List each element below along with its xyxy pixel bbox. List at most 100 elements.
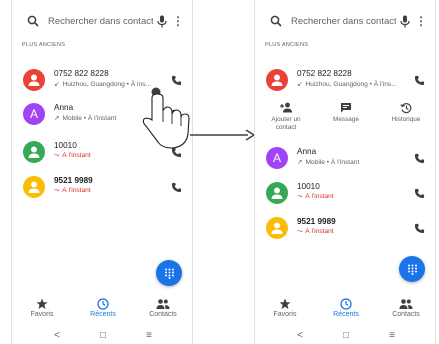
nav-label: Contacts — [392, 311, 420, 318]
caller-name: Anna — [297, 147, 317, 156]
history-icon — [400, 103, 412, 114]
call-actions: Ajouter un contact Message Historique — [255, 102, 435, 136]
microphone-icon[interactable] — [396, 12, 414, 30]
back-icon[interactable]: < — [293, 328, 307, 342]
bottom-navigation: Favoris Récents Contacts — [255, 298, 435, 324]
avatar: A — [23, 103, 45, 125]
recent-apps-icon[interactable]: ≡ — [142, 328, 156, 342]
missed-call-icon: ⤳ — [297, 228, 303, 235]
message-button[interactable]: Message — [321, 102, 371, 124]
caller-number: 0752 822 8228 — [54, 69, 109, 78]
section-header: PLUS ANCIENS — [265, 42, 309, 48]
people-icon — [399, 299, 413, 309]
person-icon — [271, 222, 283, 234]
clock-icon — [97, 298, 109, 310]
avatar — [266, 217, 288, 239]
avatar — [266, 69, 288, 91]
caller-number: 10010 — [297, 182, 320, 191]
nav-label: Favoris — [273, 311, 297, 318]
phone-screen-after: ⋮ PLUS ANCIENS 0752 822 8228 ↙Huizhou, G… — [254, 0, 436, 344]
phone-call-icon[interactable] — [411, 220, 427, 236]
outgoing-icon: ↙ — [54, 81, 60, 88]
call-detail: Huizhou, Guangdong • À l'ins... — [305, 81, 397, 88]
outgoing-icon: ↙ — [297, 81, 303, 88]
back-icon[interactable]: < — [50, 328, 64, 342]
call-detail: À l'instant — [305, 228, 334, 235]
call-detail: À l'instant — [62, 152, 91, 159]
more-options-icon[interactable]: ⋮ — [414, 14, 428, 28]
call-detail: À l'instant — [305, 193, 334, 200]
nav-contacts[interactable]: Contacts — [133, 298, 192, 318]
star-icon — [36, 298, 48, 309]
transition-arrow-icon — [190, 129, 256, 141]
search-input[interactable] — [285, 15, 396, 27]
missed-call-icon: ⤳ — [54, 187, 60, 194]
caller-number: 9521 9989 — [54, 176, 93, 185]
nav-recents[interactable]: Récents — [73, 298, 133, 318]
call-log-item[interactable]: 10010 ⤳ À l'instant — [255, 176, 435, 210]
avatar — [23, 69, 45, 91]
person-icon — [28, 181, 40, 193]
add-contact-button[interactable]: Ajouter un contact — [261, 102, 311, 131]
missed-call-icon: ⤳ — [54, 152, 60, 159]
person-icon — [28, 74, 40, 86]
phone-call-icon[interactable] — [411, 72, 427, 88]
search-bar[interactable]: ⋮ — [18, 7, 187, 35]
microphone-icon[interactable] — [153, 12, 171, 30]
avatar — [23, 141, 45, 163]
add-person-icon — [280, 102, 292, 113]
nav-label: Contacts — [149, 311, 177, 318]
caller-number: 0752 822 8228 — [297, 69, 352, 78]
dialpad-button[interactable] — [156, 260, 182, 286]
call-log-item[interactable]: 9521 9989 ⤳ À l'instant — [12, 170, 192, 204]
phone-call-icon[interactable] — [411, 150, 427, 166]
tap-hand-icon — [142, 87, 190, 149]
nav-recents[interactable]: Récents — [316, 298, 376, 318]
avatar-letter: A — [272, 151, 281, 165]
home-icon[interactable]: □ — [96, 328, 110, 342]
call-detail: Mobile • À l'instant — [62, 115, 117, 122]
nav-label: Favoris — [30, 311, 54, 318]
bottom-navigation: Favoris Récents Contacts — [12, 298, 192, 324]
nav-favorites[interactable]: Favoris — [255, 298, 315, 318]
phone-screen-before: ⋮ PLUS ANCIENS 0752 822 8228 ↙Huizhou, G… — [11, 0, 193, 344]
call-log-item-expanded[interactable]: 0752 822 8228 ↙ Huizhou, Guangdong • À l'… — [255, 63, 435, 97]
message-icon — [341, 103, 351, 113]
person-icon — [28, 146, 40, 158]
clock-icon — [340, 298, 352, 310]
call-log-item[interactable]: A Anna ↗ Mobile • À l'instant — [255, 141, 435, 175]
nav-favorites[interactable]: Favoris — [12, 298, 72, 318]
section-header: PLUS ANCIENS — [22, 42, 66, 48]
history-button[interactable]: Historique — [381, 102, 431, 124]
avatar: A — [266, 147, 288, 169]
action-label: Message — [333, 116, 359, 123]
search-icon — [267, 12, 285, 30]
recent-apps-icon[interactable]: ≡ — [385, 328, 399, 342]
call-log-item[interactable]: 9521 9989 ⤳ À l'instant — [255, 211, 435, 245]
caller-number: 9521 9989 — [297, 217, 336, 226]
dialpad-icon — [164, 268, 174, 279]
call-detail: Mobile • À l'instant — [305, 159, 360, 166]
system-navigation-bar: < □ ≡ — [255, 326, 435, 344]
system-navigation-bar: < □ ≡ — [12, 326, 192, 344]
more-options-icon[interactable]: ⋮ — [171, 14, 185, 28]
phone-call-icon[interactable] — [411, 185, 427, 201]
nav-contacts[interactable]: Contacts — [376, 298, 435, 318]
avatar — [266, 182, 288, 204]
person-icon — [271, 187, 283, 199]
star-icon — [279, 298, 291, 309]
home-icon[interactable]: □ — [339, 328, 353, 342]
nav-label: Récents — [333, 311, 359, 318]
action-label: Historique — [391, 116, 421, 123]
avatar-letter: A — [29, 107, 38, 121]
outgoing-icon: ↗ — [54, 115, 60, 122]
search-input[interactable] — [42, 15, 153, 27]
phone-call-icon[interactable] — [168, 179, 184, 195]
search-bar[interactable]: ⋮ — [261, 7, 430, 35]
nav-label: Récents — [90, 311, 116, 318]
dialpad-icon — [407, 264, 417, 275]
outgoing-icon: ↗ — [297, 159, 303, 166]
dialpad-button[interactable] — [399, 256, 425, 282]
person-icon — [271, 74, 283, 86]
call-detail: À l'instant — [62, 187, 91, 194]
